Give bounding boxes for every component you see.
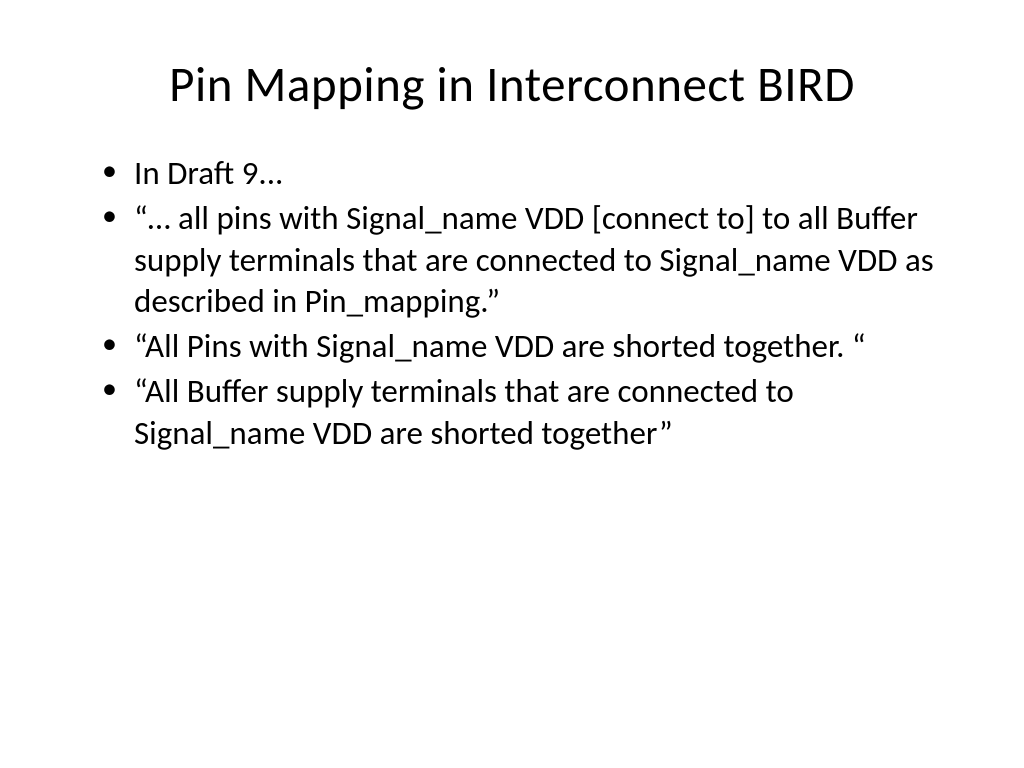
slide-content: In Draft 9... “… all pins with Signal_na… — [60, 153, 964, 454]
list-item: “… all pins with Signal_name VDD [connec… — [100, 198, 964, 322]
list-item: “All Pins with Signal_name VDD are short… — [100, 326, 964, 367]
slide-title: Pin Mapping in Interconnect BIRD — [60, 55, 964, 115]
list-item: In Draft 9... — [100, 153, 964, 194]
slide-container: Pin Mapping in Interconnect BIRD In Draf… — [0, 0, 1024, 768]
list-item: “All Buffer supply terminals that are co… — [100, 371, 964, 454]
bullet-list: In Draft 9... “… all pins with Signal_na… — [100, 153, 964, 454]
